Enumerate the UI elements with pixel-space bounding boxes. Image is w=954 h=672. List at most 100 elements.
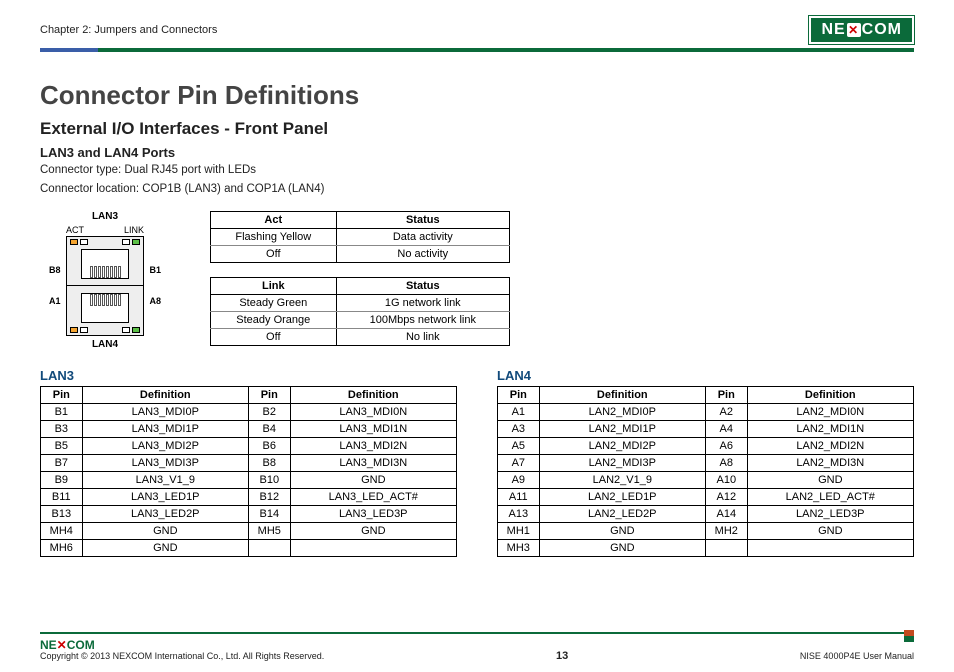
table-cell: A5 — [498, 438, 540, 455]
subsection-title: LAN3 and LAN4 Ports — [40, 145, 914, 160]
table-cell: GND — [290, 523, 456, 540]
table-header: Definition — [82, 387, 248, 404]
lan4-label: LAN4 — [40, 339, 170, 350]
table-cell: GND — [82, 540, 248, 557]
table-cell: B13 — [41, 506, 83, 523]
table-cell: No link — [336, 329, 509, 346]
table-cell: A10 — [705, 472, 747, 489]
connector-diagram: LAN3 ACT LINK B8 B1 A1 A8 LAN4 — [40, 211, 170, 353]
table-cell: Flashing Yellow — [211, 229, 337, 246]
table-cell: LAN3_MDI2N — [290, 438, 456, 455]
pin-b8-label: B8 — [49, 265, 61, 275]
table-cell: MH6 — [41, 540, 83, 557]
table-cell: 1G network link — [336, 295, 509, 312]
table-cell: A14 — [705, 506, 747, 523]
table-cell — [290, 540, 456, 557]
table-cell: MH5 — [248, 523, 290, 540]
table-cell: GND — [539, 523, 705, 540]
table-cell: B3 — [41, 421, 83, 438]
brand-logo: NE✕COM — [809, 16, 914, 44]
table-cell: LAN3_MDI3N — [290, 455, 456, 472]
table-cell: B6 — [248, 438, 290, 455]
table-cell: LAN2_MDI2N — [747, 438, 913, 455]
table-cell: B2 — [248, 404, 290, 421]
table-cell: LAN2_MDI3N — [747, 455, 913, 472]
table-cell — [248, 540, 290, 557]
page-title: Connector Pin Definitions — [40, 80, 914, 111]
table-cell: GND — [290, 472, 456, 489]
table-cell: GND — [747, 472, 913, 489]
table-cell: MH2 — [705, 523, 747, 540]
table-cell: LAN3_MDI2P — [82, 438, 248, 455]
footer-brand: NE✕COM — [40, 638, 95, 652]
table-header: Definition — [539, 387, 705, 404]
table-cell: A2 — [705, 404, 747, 421]
table-cell: A7 — [498, 455, 540, 472]
table-cell: B1 — [41, 404, 83, 421]
table-cell: LAN3_MDI0P — [82, 404, 248, 421]
table-cell: GND — [539, 540, 705, 557]
act-status-table: ActStatus Flashing YellowData activity O… — [210, 211, 510, 263]
pin-a8-label: A8 — [149, 296, 161, 306]
table-cell: B14 — [248, 506, 290, 523]
table-cell: LAN2_LED_ACT# — [747, 489, 913, 506]
table-cell: Off — [211, 329, 337, 346]
table-cell: LAN2_V1_9 — [539, 472, 705, 489]
table-cell: A6 — [705, 438, 747, 455]
table-cell: A8 — [705, 455, 747, 472]
table-cell: 100Mbps network link — [336, 312, 509, 329]
link-header: Link — [211, 278, 337, 295]
doc-name: NISE 4000P4E User Manual — [800, 651, 914, 661]
table-cell: A4 — [705, 421, 747, 438]
table-header: Pin — [705, 387, 747, 404]
act-label: ACT — [66, 225, 84, 235]
table-cell: LAN2_LED1P — [539, 489, 705, 506]
header-rule — [40, 48, 914, 52]
table-cell: LAN2_MDI0P — [539, 404, 705, 421]
lan3-table-title: LAN3 — [40, 368, 457, 383]
table-cell: LAN3_MDI1N — [290, 421, 456, 438]
section-title: External I/O Interfaces - Front Panel — [40, 119, 914, 139]
table-cell: MH3 — [498, 540, 540, 557]
table-header: Definition — [747, 387, 913, 404]
table-cell: LAN3_MDI3P — [82, 455, 248, 472]
table-cell: B8 — [248, 455, 290, 472]
table-cell: GND — [747, 523, 913, 540]
chapter-label: Chapter 2: Jumpers and Connectors — [40, 24, 217, 36]
lan3-pin-table: Pin Definition Pin Definition B1LAN3_MDI… — [40, 386, 457, 557]
pin-a1-label: A1 — [49, 296, 61, 306]
table-cell: A1 — [498, 404, 540, 421]
lan3-label: LAN3 — [40, 211, 170, 222]
table-cell: B10 — [248, 472, 290, 489]
lan4-table-title: LAN4 — [497, 368, 914, 383]
table-cell: LAN2_MDI2P — [539, 438, 705, 455]
table-cell: LAN3_LED1P — [82, 489, 248, 506]
table-header: Pin — [41, 387, 83, 404]
link-status-table: LinkStatus Steady Green1G network link S… — [210, 277, 510, 346]
page-footer: NE✕COM Copyright © 2013 NEXCOM Internati… — [40, 632, 914, 662]
table-cell: A3 — [498, 421, 540, 438]
table-cell: B11 — [41, 489, 83, 506]
status-header: Status — [336, 278, 509, 295]
table-cell: A11 — [498, 489, 540, 506]
table-cell: LAN3_LED_ACT# — [290, 489, 456, 506]
table-cell: LAN2_MDI0N — [747, 404, 913, 421]
table-cell: GND — [82, 523, 248, 540]
table-header: Definition — [290, 387, 456, 404]
table-cell: B4 — [248, 421, 290, 438]
table-cell: LAN2_LED3P — [747, 506, 913, 523]
copyright-text: Copyright © 2013 NEXCOM International Co… — [40, 651, 324, 661]
act-header: Act — [211, 212, 337, 229]
link-label: LINK — [124, 225, 144, 235]
table-cell: LAN3_LED3P — [290, 506, 456, 523]
table-cell: MH1 — [498, 523, 540, 540]
table-cell: A9 — [498, 472, 540, 489]
table-cell: LAN3_LED2P — [82, 506, 248, 523]
connector-location-text: Connector location: COP1B (LAN3) and COP… — [40, 181, 914, 198]
pin-b1-label: B1 — [149, 265, 161, 275]
table-cell: B12 — [248, 489, 290, 506]
lan4-pin-table: Pin Definition Pin Definition A1LAN2_MDI… — [497, 386, 914, 557]
table-cell: LAN2_LED2P — [539, 506, 705, 523]
table-cell: Steady Green — [211, 295, 337, 312]
table-cell: LAN2_MDI1P — [539, 421, 705, 438]
